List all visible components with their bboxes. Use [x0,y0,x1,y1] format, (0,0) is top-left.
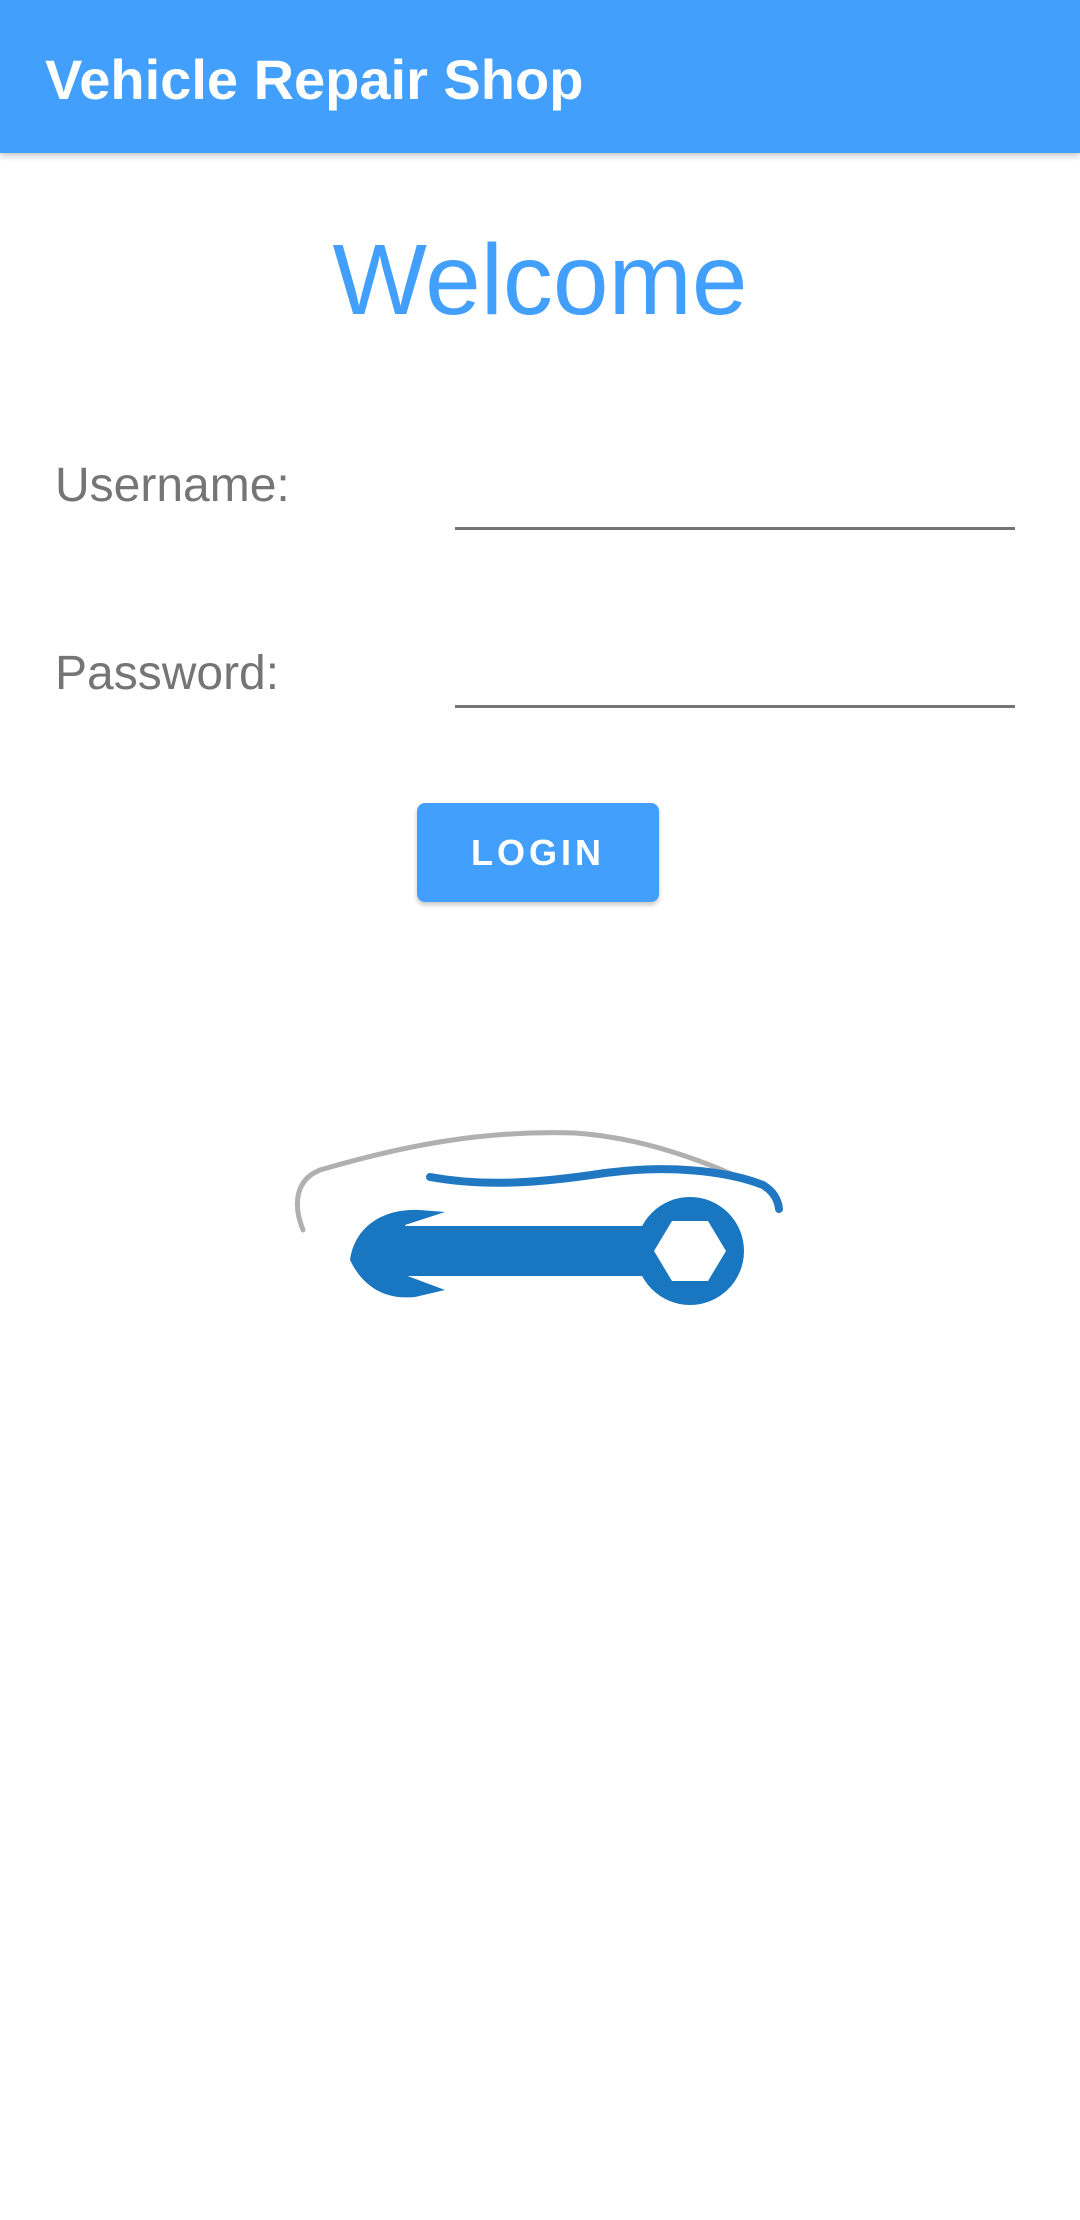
username-label: Username: [55,459,290,512]
login-button[interactable]: LOGIN [417,803,659,902]
username-input[interactable] [455,460,1015,530]
wrench-handle-icon [395,1226,665,1276]
welcome-heading: Welcome [332,224,748,336]
car-accent-icon [426,1165,783,1213]
app-title: Vehicle Repair Shop [45,48,584,111]
password-input[interactable] [455,638,1015,708]
app-bar: Vehicle Repair Shop [0,0,1080,153]
password-label: Password: [55,647,280,700]
car-wrench-logo-icon [275,1125,795,1305]
